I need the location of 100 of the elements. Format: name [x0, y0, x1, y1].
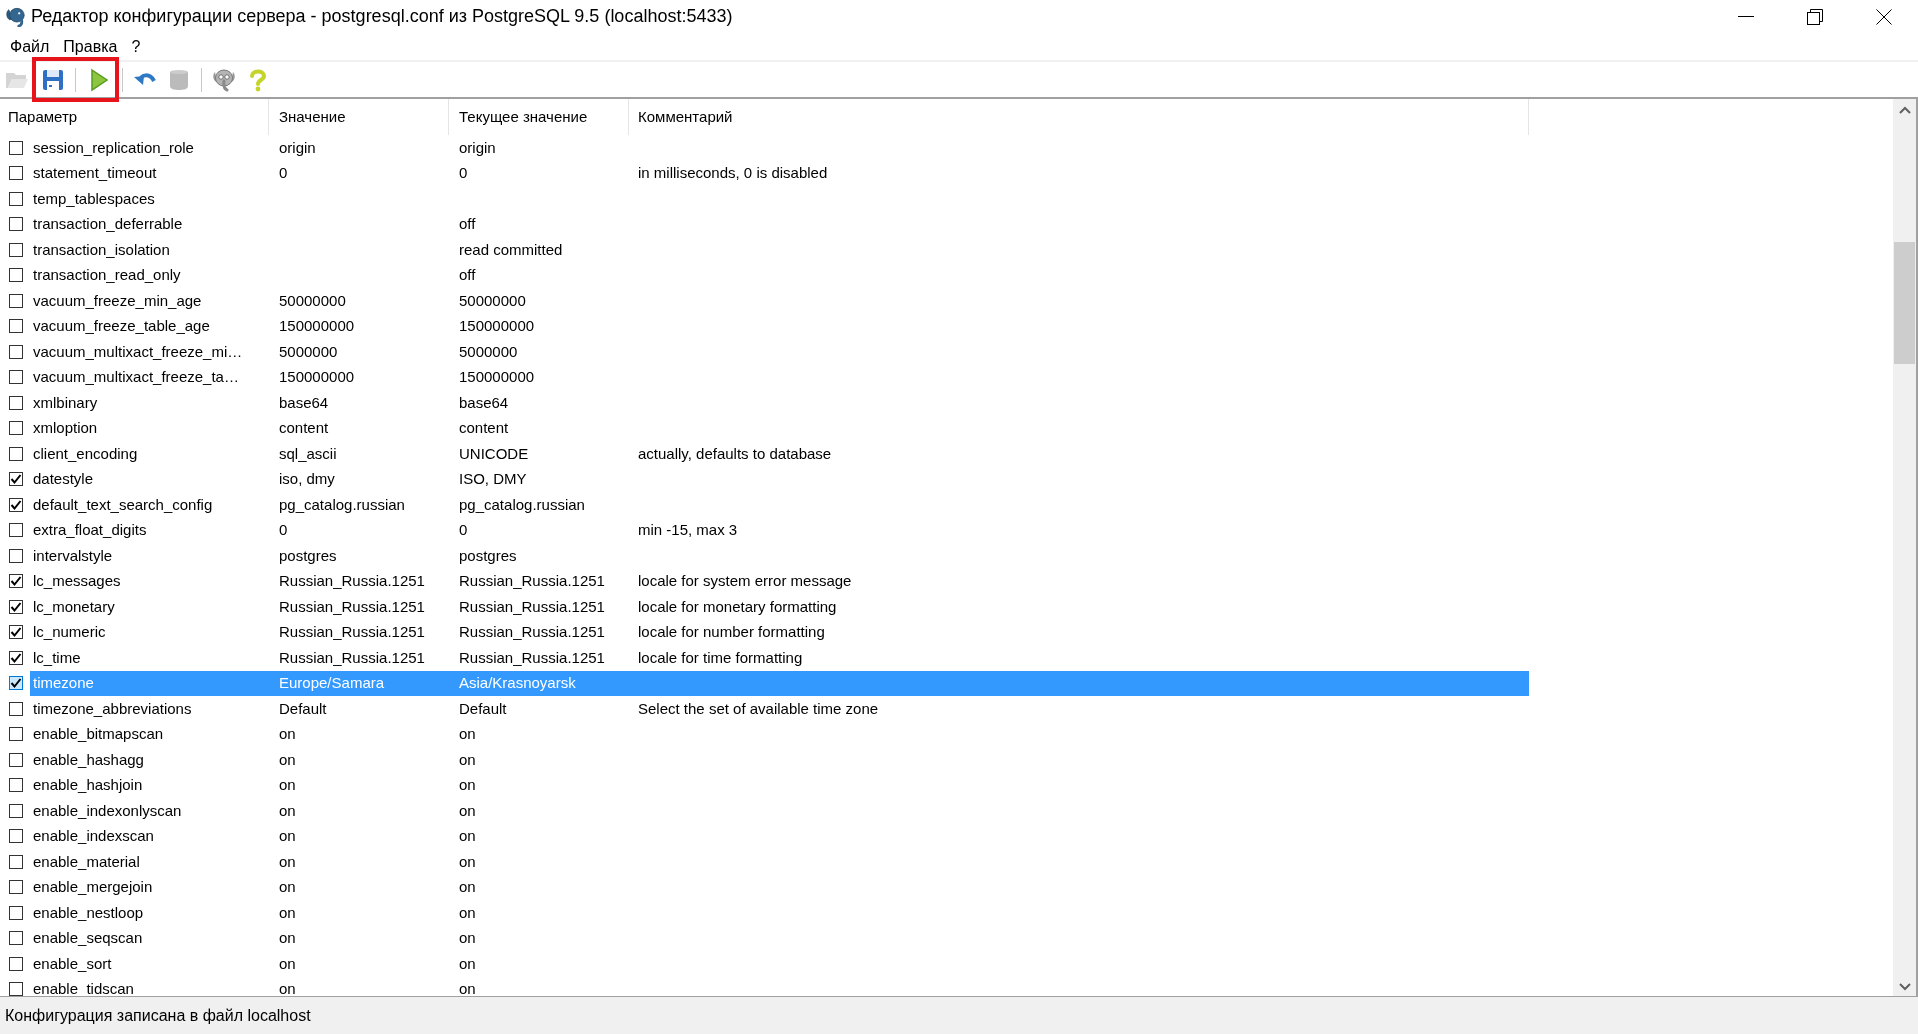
- table-row[interactable]: enable_seqscan on on: [30, 925, 1529, 951]
- checkbox[interactable]: [9, 319, 23, 334]
- table-row[interactable]: vacuum_multixact_freeze_ta… 150000000 150000000: [30, 364, 1529, 390]
- table-cell: Russian_Russia.1251: [459, 597, 605, 615]
- check-icon: [10, 677, 22, 690]
- table-cell: enable_indexonlyscan: [33, 801, 182, 819]
- checkbox[interactable]: [9, 421, 23, 436]
- checkbox[interactable]: [9, 293, 23, 308]
- checkbox[interactable]: [9, 472, 23, 487]
- checkbox[interactable]: [9, 650, 23, 665]
- table-row[interactable]: statement_timeout 0 0 in milliseconds, 0 is disabled: [30, 160, 1529, 186]
- table-cell: transaction_isolation: [33, 240, 170, 258]
- table-row[interactable]: extra_float_digits 0 0 min -15, max 3: [30, 517, 1529, 543]
- checkbox[interactable]: [9, 829, 23, 844]
- checkbox[interactable]: [9, 191, 23, 206]
- checkbox[interactable]: [9, 778, 23, 793]
- table-cell: Russian_Russia.1251: [459, 623, 605, 640]
- checkbox[interactable]: [9, 497, 23, 512]
- table-row[interactable]: lc_numeric Russian_Russia.1251 Russian_Russia.1251 locale for number formatting: [30, 619, 1529, 645]
- checkbox[interactable]: [9, 701, 23, 716]
- table-row[interactable]: timezone_abbreviations Default Default Select the set of available time zone: [30, 696, 1529, 722]
- table-row[interactable]: enable_hashagg on on: [30, 747, 1529, 773]
- table-row[interactable]: temp_tablespaces: [30, 186, 1529, 212]
- table-row[interactable]: transaction_isolation read committed: [30, 237, 1529, 263]
- table-row[interactable]: xmlbinary base64 base64: [30, 390, 1529, 416]
- column-header[interactable]: Текущее значение: [459, 105, 588, 129]
- table-row[interactable]: lc_monetary Russian_Russia.1251 Russian_Russia.1251 locale for monetary formatting: [30, 594, 1529, 620]
- table-row[interactable]: client_encoding sql_ascii UNICODE actually, defaults to database: [30, 441, 1529, 467]
- checkbox[interactable]: [9, 548, 23, 563]
- checkbox[interactable]: [9, 727, 23, 742]
- scrollbar[interactable]: [1893, 99, 1918, 996]
- table-row[interactable]: enable_nestloop on on: [30, 900, 1529, 926]
- table-row[interactable]: intervalstyle postgres postgres: [30, 543, 1529, 569]
- table-row[interactable]: default_text_search_config pg_catalog.russian pg_catalog.russian: [30, 492, 1529, 518]
- table-cell: timezone_abbreviations: [33, 699, 192, 717]
- table-row[interactable]: vacuum_freeze_table_age 150000000 150000000: [30, 313, 1529, 339]
- table-row[interactable]: enable_hashjoin on on: [30, 772, 1529, 798]
- table-row[interactable]: enable_mergejoin on on: [30, 874, 1529, 900]
- table-cell: enable_seqscan: [33, 929, 143, 946]
- checkbox[interactable]: [9, 140, 23, 155]
- table-cell: on: [279, 903, 296, 921]
- checkbox[interactable]: [9, 905, 23, 920]
- table-cell: Russian_Russia.1251: [279, 623, 425, 640]
- table-cell: enable_hashjoin: [33, 776, 143, 793]
- column-header[interactable]: Значение: [279, 105, 346, 129]
- table-cell: on: [279, 878, 296, 895]
- checkbox[interactable]: [9, 752, 23, 767]
- table-cell: on: [459, 801, 476, 819]
- checkbox[interactable]: [9, 676, 23, 691]
- table-row[interactable]: transaction_read_only off: [30, 262, 1529, 288]
- table-row[interactable]: enable_bitmapscan on on: [30, 721, 1529, 747]
- table-row[interactable]: vacuum_multixact_freeze_mi… 5000000 5000000: [30, 339, 1529, 365]
- checkbox[interactable]: [9, 242, 23, 257]
- table-row[interactable]: lc_messages Russian_Russia.1251 Russian_Russia.1251 locale for system error message: [30, 568, 1529, 594]
- table-cell: enable_bitmapscan: [33, 725, 164, 742]
- table-cell: on: [459, 903, 476, 921]
- table-row[interactable]: enable_indexscan on on: [30, 823, 1529, 849]
- table-cell: Russian_Russia.1251: [279, 648, 425, 666]
- scrollbar-thumb[interactable]: [1894, 242, 1915, 364]
- checkbox[interactable]: [9, 854, 23, 869]
- checkbox[interactable]: [9, 803, 23, 818]
- checkbox[interactable]: [9, 344, 23, 359]
- table-cell: datestyle: [33, 470, 94, 487]
- table-row[interactable]: enable_indexonlyscan on on: [30, 798, 1529, 824]
- table-cell: pg_catalog.russian: [279, 495, 405, 513]
- table-row[interactable]: enable_material on on: [30, 849, 1529, 875]
- checkbox[interactable]: [9, 880, 23, 895]
- checkbox[interactable]: [9, 217, 23, 232]
- table-row[interactable]: session_replication_role origin origin: [30, 135, 1529, 161]
- table-cell: vacuum_multixact_freeze_mi…: [33, 342, 243, 360]
- checkbox[interactable]: [9, 166, 23, 181]
- checkbox[interactable]: [9, 625, 23, 640]
- checkbox[interactable]: [9, 268, 23, 283]
- table-cell: postgres: [459, 546, 517, 564]
- table-cell: client_encoding: [33, 444, 138, 462]
- cylinder-icon: [167, 67, 191, 92]
- table-row[interactable]: datestyle iso, dmy ISO, DMY: [30, 466, 1529, 492]
- checkbox[interactable]: [9, 370, 23, 385]
- table-row[interactable]: vacuum_freeze_min_age 50000000 50000000: [30, 288, 1529, 314]
- table-cell: 150000000: [279, 317, 355, 334]
- menu-item[interactable]: Файл: [3, 34, 57, 59]
- checkbox[interactable]: [9, 956, 23, 971]
- table-row[interactable]: transaction_deferrable off: [30, 211, 1529, 237]
- checkbox[interactable]: [9, 931, 23, 946]
- menu-item[interactable]: Правка: [56, 34, 125, 59]
- checkbox[interactable]: [9, 395, 23, 410]
- table-row[interactable]: xmloption content content: [30, 415, 1529, 441]
- column-header[interactable]: Параметр: [8, 105, 78, 129]
- checkbox[interactable]: [9, 982, 23, 996]
- table-row[interactable]: enable_tidscan on on: [30, 976, 1529, 996]
- checkbox[interactable]: [9, 523, 23, 538]
- checkbox[interactable]: [9, 574, 23, 589]
- table-row[interactable]: lc_time Russian_Russia.1251 Russian_Russia.1251 locale for time formatting: [30, 645, 1529, 671]
- table-row[interactable]: enable_sort on on: [30, 951, 1529, 977]
- checkbox[interactable]: [9, 599, 23, 614]
- menu-item[interactable]: ?: [124, 34, 148, 59]
- table-cell: on: [279, 725, 296, 742]
- table-cell: base64: [279, 393, 329, 411]
- checkbox[interactable]: [9, 446, 23, 461]
- column-header[interactable]: Комментарий: [638, 105, 733, 129]
